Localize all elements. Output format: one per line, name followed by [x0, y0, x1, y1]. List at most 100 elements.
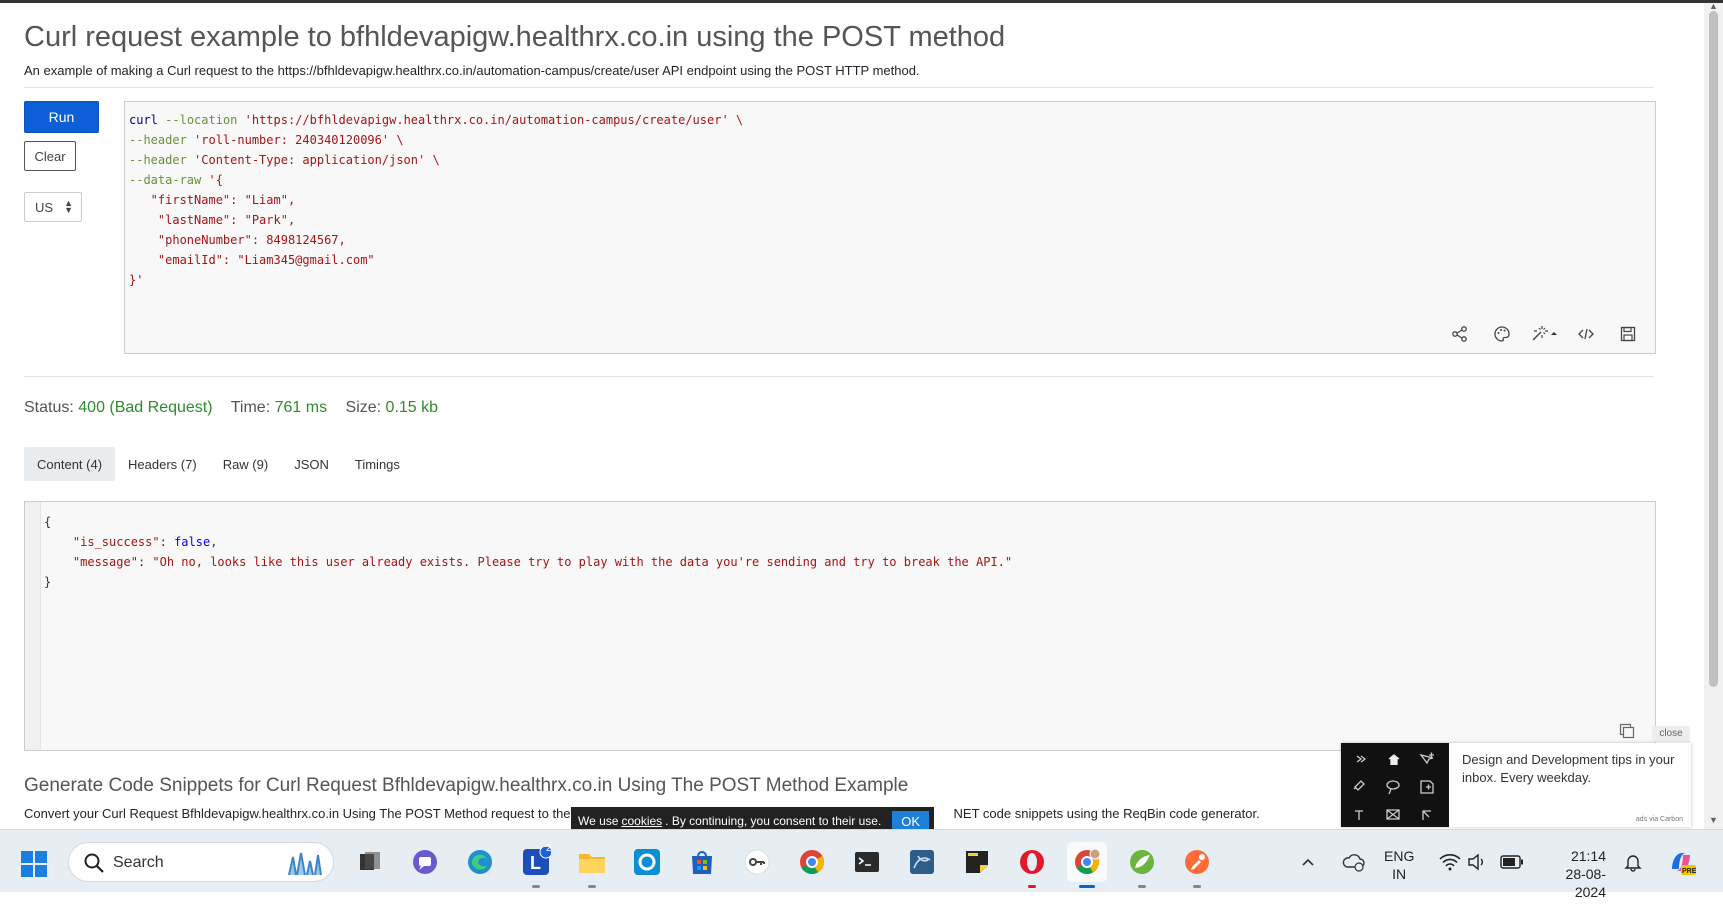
body-line: "emailId": "Liam345@gmail.com": [129, 253, 375, 267]
page-scrollbar[interactable]: ▲ ▼: [1704, 1, 1723, 829]
generate-desc-left: Convert your Curl Request Bfhldevapigw.h…: [24, 806, 571, 821]
tab-json[interactable]: JSON: [281, 447, 342, 481]
terminal-icon[interactable]: [847, 842, 887, 882]
clock-date: 28-08-2024: [1565, 866, 1606, 900]
running-indicator: [1079, 885, 1095, 888]
running-indicator: [532, 885, 540, 888]
cortana-app-icon[interactable]: [627, 842, 667, 882]
carbon-ad-via[interactable]: ads via Carbon: [1636, 816, 1683, 823]
carbon-ad-image: [1341, 743, 1449, 827]
running-indicator: [1193, 885, 1201, 888]
tab-headers[interactable]: Headers (7): [115, 447, 210, 481]
response-gutter: [25, 502, 41, 750]
response-status-bar: Status: 400 (Bad Request) Time: 761 ms S…: [24, 399, 452, 417]
opera-browser-icon[interactable]: [1012, 842, 1052, 888]
windows-start-icon[interactable]: [20, 850, 48, 883]
carbon-ad-text[interactable]: Design and Development tips in your inbo…: [1462, 751, 1677, 787]
copy-icon[interactable]: [1619, 723, 1635, 744]
response-tabs: Content (4) Headers (7) Raw (9) JSON Tim…: [24, 447, 413, 481]
generate-section-title: Generate Code Snippets for Curl Request …: [24, 775, 909, 796]
carbon-ad[interactable]: Design and Development tips in your inbo…: [1341, 743, 1691, 827]
carbon-close-button[interactable]: close: [1652, 726, 1690, 742]
search-placeholder: Search: [113, 854, 164, 871]
json-close: }: [44, 575, 52, 589]
taskbar-search[interactable]: Search: [68, 842, 334, 882]
windows-taskbar: Search L 2 ENG IN 21:14 28-08-2024 PRE: [0, 829, 1723, 900]
battery-icon[interactable]: [1496, 842, 1528, 882]
body-line: "lastName": "Park",: [129, 213, 296, 227]
clear-button[interactable]: Clear: [24, 141, 76, 171]
scrollbar-thumb[interactable]: [1709, 11, 1718, 687]
code-icon[interactable]: [1565, 319, 1607, 349]
volume-icon[interactable]: [1462, 842, 1492, 882]
system-clock[interactable]: 21:14 28-08-2024: [1542, 847, 1606, 910]
microsoft-store-icon[interactable]: [682, 842, 722, 882]
tab-raw[interactable]: Raw (9): [210, 447, 282, 481]
running-indicator: [1028, 885, 1036, 888]
notification-bell-icon[interactable]: [1618, 842, 1648, 882]
palette-icon[interactable]: [1481, 319, 1523, 349]
file-explorer-icon[interactable]: [572, 842, 612, 888]
body-line: "firstName": "Liam",: [129, 193, 296, 207]
magic-wand-icon[interactable]: [1523, 319, 1565, 349]
size-value: 0.15 kb: [385, 399, 439, 416]
status-value: 400 (Bad Request): [78, 399, 213, 416]
curl-keyword: curl: [129, 113, 158, 127]
select-caret-icon: ▲ ▼: [64, 198, 73, 215]
running-indicator: [588, 885, 596, 888]
cookie-text-post: . By continuing, you consent to their us…: [665, 814, 882, 828]
svg-text:PRE: PRE: [1682, 868, 1696, 875]
tab-content[interactable]: Content (4): [24, 447, 116, 481]
scroll-up-icon[interactable]: ▲: [1709, 1, 1718, 11]
editor-toolbar: [1439, 319, 1649, 349]
spring-tool-icon[interactable]: [1122, 842, 1162, 888]
header-flag: --header: [129, 153, 187, 167]
search-icon: [83, 852, 105, 879]
postman-icon[interactable]: [1177, 842, 1217, 888]
chevron-up-icon[interactable]: [1294, 842, 1322, 882]
status-label: Status:: [24, 399, 74, 416]
cookie-ok-button[interactable]: OK: [892, 810, 930, 829]
chrome-profile-icon[interactable]: [1067, 842, 1107, 888]
region-value: US: [35, 200, 54, 215]
onedrive-sync-icon[interactable]: [1338, 842, 1370, 882]
teams-chat-icon[interactable]: [405, 842, 445, 882]
running-indicator: [1138, 885, 1146, 888]
region-select[interactable]: US ▲ ▼: [24, 192, 82, 222]
edge-browser-icon[interactable]: [460, 842, 500, 882]
sticky-notes-icon[interactable]: [957, 842, 997, 882]
search-highlight-icon: [285, 849, 325, 882]
header-flag: --header: [129, 133, 187, 147]
save-icon[interactable]: [1607, 319, 1649, 349]
page-subtitle: An example of making a Curl request to t…: [24, 63, 920, 78]
page-content: Curl request example to bfhldevapigw.hea…: [0, 3, 1704, 829]
divider: [24, 376, 1654, 377]
tab-timings[interactable]: Timings: [342, 447, 413, 481]
data-raw-flag: --data-raw: [129, 173, 202, 187]
task-view-icon[interactable]: [350, 842, 390, 882]
body-close: }': [129, 273, 144, 287]
request-editor[interactable]: curl --location 'https://bfhldevapigw.he…: [124, 101, 1656, 354]
share-icon[interactable]: [1439, 319, 1481, 349]
key-app-icon[interactable]: [737, 842, 777, 882]
json-value: "Oh no, looks like this user already exi…: [152, 555, 1013, 569]
body-line: "phoneNumber": 8498124567,: [129, 233, 346, 247]
time-value: 761 ms: [274, 399, 328, 416]
cookies-link[interactable]: cookies: [621, 814, 662, 828]
l-app-icon[interactable]: L 2: [516, 842, 556, 888]
copilot-icon[interactable]: PRE: [1661, 842, 1701, 882]
size-label: Size:: [345, 399, 382, 416]
language-indicator[interactable]: ENG IN: [1384, 847, 1414, 910]
request-code[interactable]: curl --location 'https://bfhldevapigw.he…: [129, 110, 743, 290]
scroll-down-icon[interactable]: ▼: [1709, 815, 1718, 825]
database-workbench-icon[interactable]: [902, 842, 942, 882]
roll-number-header: 'roll-number: 240340120096' \: [194, 133, 404, 147]
run-button[interactable]: Run: [24, 101, 99, 133]
chrome-browser-icon[interactable]: [792, 842, 832, 882]
clock-time: 21:14: [1570, 848, 1606, 864]
response-body[interactable]: { "is_success": false, "message": "Oh no…: [44, 512, 1012, 592]
response-viewer[interactable]: { "is_success": false, "message": "Oh no…: [24, 501, 1656, 751]
cookie-banner: We use cookies . By continuing, you cons…: [571, 807, 934, 829]
request-url: 'https://bfhldevapigw.healthrx.co.in/aut…: [244, 113, 744, 127]
location-flag: --location: [165, 113, 238, 127]
